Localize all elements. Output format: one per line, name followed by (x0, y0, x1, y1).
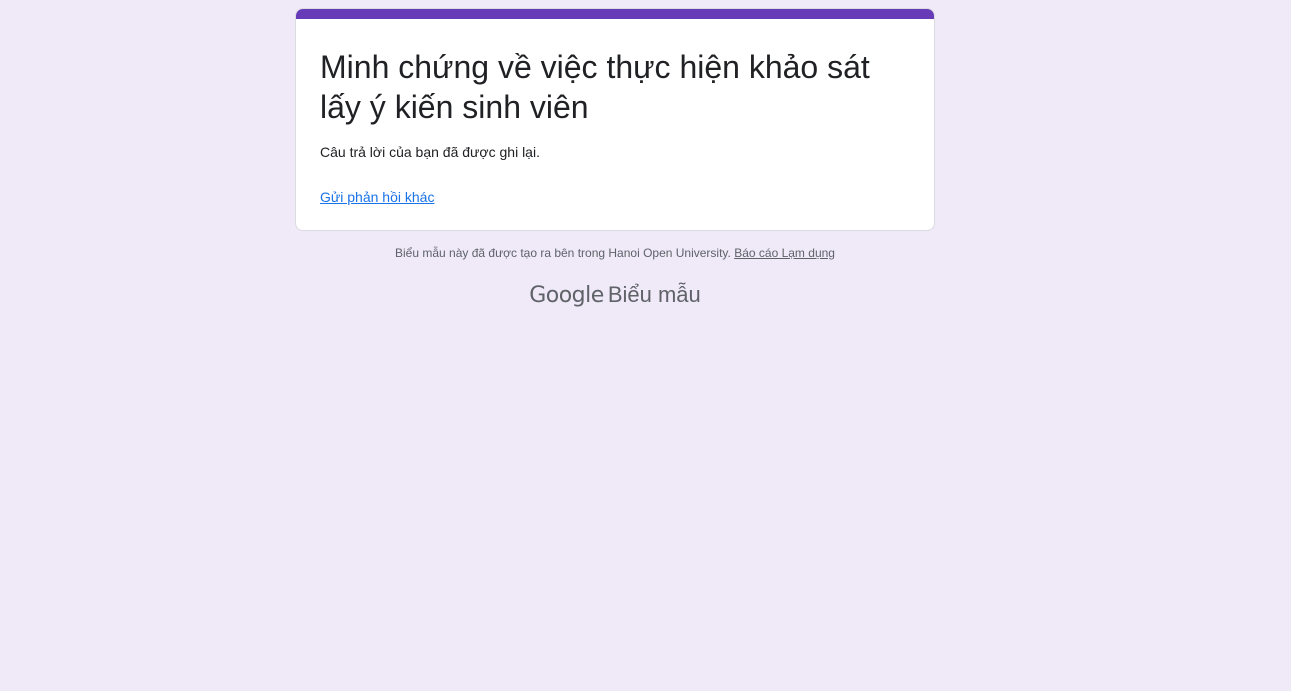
confirmation-card: Minh chứng về việc thực hiện khảo sát lấ… (295, 8, 935, 231)
confirmation-message: Câu trả lời của bạn đã được ghi lại. (320, 144, 540, 160)
footer-note-text: Biểu mẫu này đã được tạo ra bên trong Ha… (395, 246, 735, 260)
form-title: Minh chứng về việc thực hiện khảo sát lấ… (320, 49, 870, 125)
forms-wordmark: Biểu mẫu (607, 282, 701, 307)
google-wordmark: Google (529, 283, 604, 308)
report-abuse-link[interactable]: Báo cáo Lạm dụng (734, 246, 835, 260)
card-accent-bar (296, 9, 934, 19)
google-forms-logo[interactable]: Google Biểu mẫu (295, 281, 935, 310)
footer-note: Biểu mẫu này đã được tạo ra bên trong Ha… (295, 244, 935, 262)
submit-another-response-link[interactable]: Gửi phản hồi khác (320, 187, 434, 207)
